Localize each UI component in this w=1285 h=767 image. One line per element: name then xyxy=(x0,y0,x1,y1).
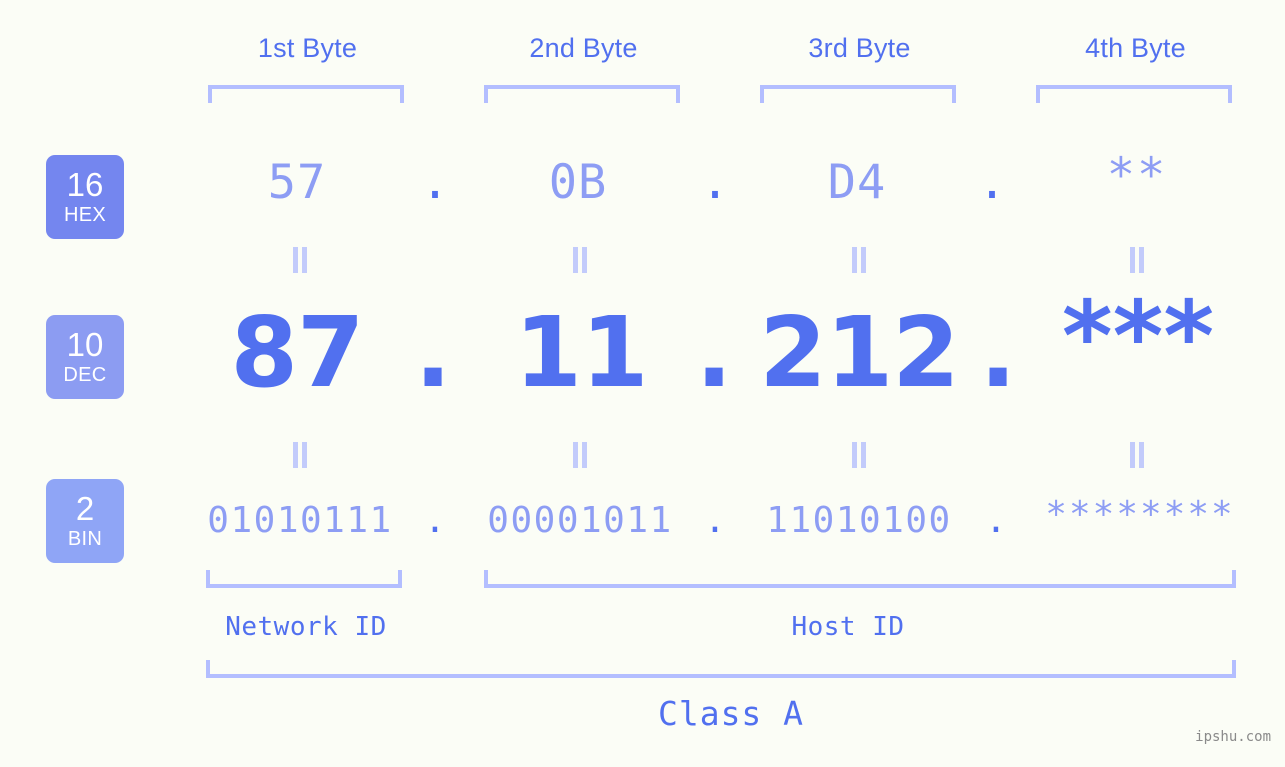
base-badge-dec-name: DEC xyxy=(63,363,107,386)
base-badge-hex-radix: 16 xyxy=(66,166,104,204)
bin-separator-3: . xyxy=(985,500,1007,541)
dec-separator-2: . xyxy=(695,296,733,409)
hex-byte-4: ** xyxy=(1106,148,1168,203)
hex-separator-3: . xyxy=(977,155,1007,210)
base-badge-dec-radix: 10 xyxy=(66,326,104,364)
ip-breakdown-diagram: 1st Byte 2nd Byte 3rd Byte 4th Byte 16 H… xyxy=(0,0,1285,767)
equals-icon-2-dec-bin xyxy=(572,442,588,468)
base-badge-hex-name: HEX xyxy=(63,203,107,226)
byte-bracket-2 xyxy=(484,85,680,103)
dec-separator-3: . xyxy=(979,296,1017,409)
equals-icon-3-dec-bin xyxy=(851,442,867,468)
bin-byte-4: ******** xyxy=(1045,494,1235,535)
host-id-bracket xyxy=(484,570,1236,588)
base-badge-bin-radix: 2 xyxy=(75,490,95,528)
base-badge-bin: 2 BIN xyxy=(46,479,124,563)
byte-header-label-4: 4th Byte xyxy=(1085,33,1186,63)
bin-byte-2: 00001011 xyxy=(487,500,673,541)
byte-header-label-3: 3rd Byte xyxy=(808,33,911,63)
byte-bracket-1 xyxy=(208,85,404,103)
equals-icon-1-dec-bin xyxy=(292,442,308,468)
bin-separator-2: . xyxy=(704,500,726,541)
host-id-label: Host ID xyxy=(791,612,905,642)
network-id-bracket xyxy=(206,570,402,588)
hex-separator-2: . xyxy=(700,155,730,210)
bin-byte-3: 11010100 xyxy=(766,500,952,541)
hex-separator-1: . xyxy=(420,155,450,210)
bin-separator-1: . xyxy=(424,500,446,541)
hex-byte-2: 0B xyxy=(548,155,608,210)
base-badge-hex: 16 HEX xyxy=(46,155,124,239)
equals-icon-4-dec-bin xyxy=(1129,442,1145,468)
dec-byte-2: 11 xyxy=(514,296,649,409)
site-watermark: ipshu.com xyxy=(1195,729,1271,745)
byte-header-label-2: 2nd Byte xyxy=(529,33,638,63)
hex-byte-1: 57 xyxy=(267,155,327,210)
class-label: Class A xyxy=(657,694,805,733)
network-id-label: Network ID xyxy=(225,612,387,642)
byte-bracket-3 xyxy=(760,85,956,103)
dec-byte-1: 87 xyxy=(230,296,365,409)
base-badge-dec: 10 DEC xyxy=(46,315,124,399)
equals-icon-2-hex-dec xyxy=(572,247,588,273)
dec-byte-3: 212 xyxy=(759,296,959,409)
equals-icon-4-hex-dec xyxy=(1129,247,1145,273)
bin-byte-1: 01010111 xyxy=(207,500,393,541)
dec-byte-4: *** xyxy=(1061,280,1215,393)
byte-bracket-4 xyxy=(1036,85,1232,103)
hex-byte-3: D4 xyxy=(827,155,887,210)
class-bracket xyxy=(206,660,1236,678)
dec-separator-1: . xyxy=(414,296,452,409)
equals-icon-3-hex-dec xyxy=(851,247,867,273)
byte-header-label-1: 1st Byte xyxy=(257,33,358,63)
equals-icon-1-hex-dec xyxy=(292,247,308,273)
base-badge-bin-name: BIN xyxy=(67,527,103,550)
